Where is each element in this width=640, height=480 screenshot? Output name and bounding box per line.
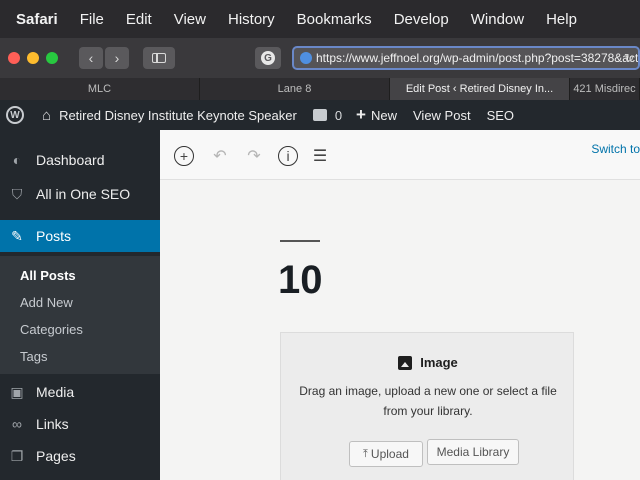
sidebar-item-dashboard[interactable]: ◐ Dashboard [0, 144, 160, 176]
grammarly-icon: G [261, 51, 275, 65]
instructions-line-2: from your library. [383, 404, 473, 418]
tab-421-misdirect[interactable]: 421 Misdirec [570, 78, 640, 100]
forward-button[interactable]: › [105, 47, 129, 69]
sidebar-item-pages[interactable]: ❐ Pages [0, 440, 160, 472]
url-text: https://www.jeffnoel.org/wp-admin/post.p… [316, 51, 640, 65]
submenu-tags[interactable]: Tags [20, 349, 47, 364]
link-icon: ∞ [12, 416, 22, 432]
menu-help[interactable]: Help [546, 11, 577, 28]
menu-file[interactable]: File [80, 11, 104, 28]
tab-edit-post[interactable]: Edit Post ‹ Retired Disney In... [390, 78, 570, 100]
back-button[interactable]: ‹ [79, 47, 103, 69]
menu-develop[interactable]: Develop [394, 11, 449, 28]
zoom-window-button[interactable] [46, 52, 58, 64]
sidebar-item-label: Media [36, 384, 75, 400]
menu-history[interactable]: History [228, 11, 275, 28]
block-navigation-icon[interactable]: ☰ [310, 146, 330, 166]
seo-menu-link[interactable]: SEO [487, 108, 514, 123]
globe-icon [300, 52, 312, 64]
instructions-line-1: Drag an image, upload a new one or selec… [299, 384, 557, 398]
submenu-add-new[interactable]: Add New [20, 295, 73, 310]
chevron-right-icon: › [114, 50, 120, 66]
dashboard-icon: ◐ [12, 152, 22, 168]
sidebar-icon [152, 53, 166, 63]
image-icon [398, 355, 413, 370]
undo-icon[interactable]: ↶ [210, 146, 230, 166]
comments-count[interactable]: 0 [335, 108, 342, 123]
pushpin-icon: ✎ [11, 227, 23, 244]
add-block-icon[interactable]: + [174, 146, 194, 166]
media-library-button[interactable]: Media Library [427, 439, 519, 465]
address-bar[interactable]: https://www.jeffnoel.org/wp-admin/post.p… [292, 46, 640, 70]
comment-bubble-icon[interactable] [312, 109, 327, 121]
minimize-window-button[interactable] [27, 52, 39, 64]
menu-edit[interactable]: Edit [126, 11, 152, 28]
sidebar-item-label: Posts [36, 228, 72, 244]
grammarly-extension-button[interactable]: G [255, 47, 281, 69]
reload-icon[interactable]: ↻ [624, 51, 634, 65]
media-icon: ▣ [10, 383, 24, 400]
show-sidebar-button[interactable] [143, 47, 175, 69]
separator-block[interactable] [280, 240, 320, 242]
posts-submenu: All Posts Add New Categories Tags [0, 256, 160, 374]
sidebar-item-label: Pages [36, 448, 76, 464]
upload-button[interactable]: ⤒ Upload [349, 441, 423, 467]
sidebar-item-label: Dashboard [36, 152, 105, 168]
sidebar-item-links[interactable]: ∞ Links [0, 408, 160, 440]
plus-icon[interactable]: + [356, 105, 366, 125]
sidebar-item-media[interactable]: ▣ Media [0, 376, 160, 408]
close-window-button[interactable] [8, 52, 20, 64]
editor-toolbar: + ↶ ↷ i ☰ Switch to [160, 130, 640, 180]
tab-lane-8[interactable]: Lane 8 [200, 78, 390, 100]
image-block-instructions: Drag an image, upload a new one or selec… [281, 381, 575, 421]
redo-icon[interactable]: ↷ [244, 146, 264, 166]
image-block-placeholder[interactable]: Image Drag an image, upload a new one or… [280, 332, 574, 480]
site-name-link[interactable]: Retired Disney Institute Keynote Speaker [59, 108, 297, 123]
image-block-title: Image [420, 355, 458, 370]
menu-safari[interactable]: Safari [16, 11, 58, 28]
wp-admin-sidebar: ◐ Dashboard ⛉ All in One SEO ✎ Posts All… [0, 130, 168, 480]
home-icon[interactable]: ⌂ [42, 107, 51, 124]
sidebar-item-label: All in One SEO [36, 186, 131, 202]
sidebar-item-posts[interactable]: ✎ Posts [0, 220, 168, 252]
shield-icon: ⛉ [11, 185, 23, 202]
wordpress-logo-icon[interactable]: W [6, 106, 24, 124]
navigation-buttons: ‹ › [79, 47, 131, 69]
browser-toolbar: ‹ › G https://www.jeffnoel.org/wp-admin/… [0, 38, 640, 78]
post-title[interactable]: 10 [278, 258, 323, 303]
switch-to-draft-link[interactable]: Switch to [591, 142, 640, 156]
submenu-all-posts[interactable]: All Posts [20, 268, 76, 283]
upload-icon: ⤒ [363, 447, 368, 460]
menu-window[interactable]: Window [471, 11, 524, 28]
view-post-link[interactable]: View Post [413, 108, 471, 123]
sidebar-item-label: Links [36, 416, 69, 432]
menu-bookmarks[interactable]: Bookmarks [297, 11, 372, 28]
info-icon[interactable]: i [278, 146, 298, 166]
submenu-categories[interactable]: Categories [20, 322, 83, 337]
new-content-link[interactable]: New [371, 108, 397, 123]
wp-admin-bar: W ⌂ Retired Disney Institute Keynote Spe… [0, 100, 640, 130]
menu-view[interactable]: View [174, 11, 206, 28]
chevron-left-icon: ‹ [88, 50, 94, 66]
image-block-label: Image [281, 355, 575, 370]
upload-label: Upload [370, 447, 409, 461]
sidebar-item-all-in-one-seo[interactable]: ⛉ All in One SEO [0, 178, 160, 210]
tab-mlc[interactable]: MLC [0, 78, 200, 100]
pages-icon: ❐ [10, 447, 24, 464]
macos-menu-bar: Safari File Edit View History Bookmarks … [0, 0, 640, 38]
tab-bar: MLC Lane 8 Edit Post ‹ Retired Disney In… [0, 78, 640, 100]
block-editor: + ↶ ↷ i ☰ Switch to 10 Image Drag an ima… [160, 130, 640, 480]
